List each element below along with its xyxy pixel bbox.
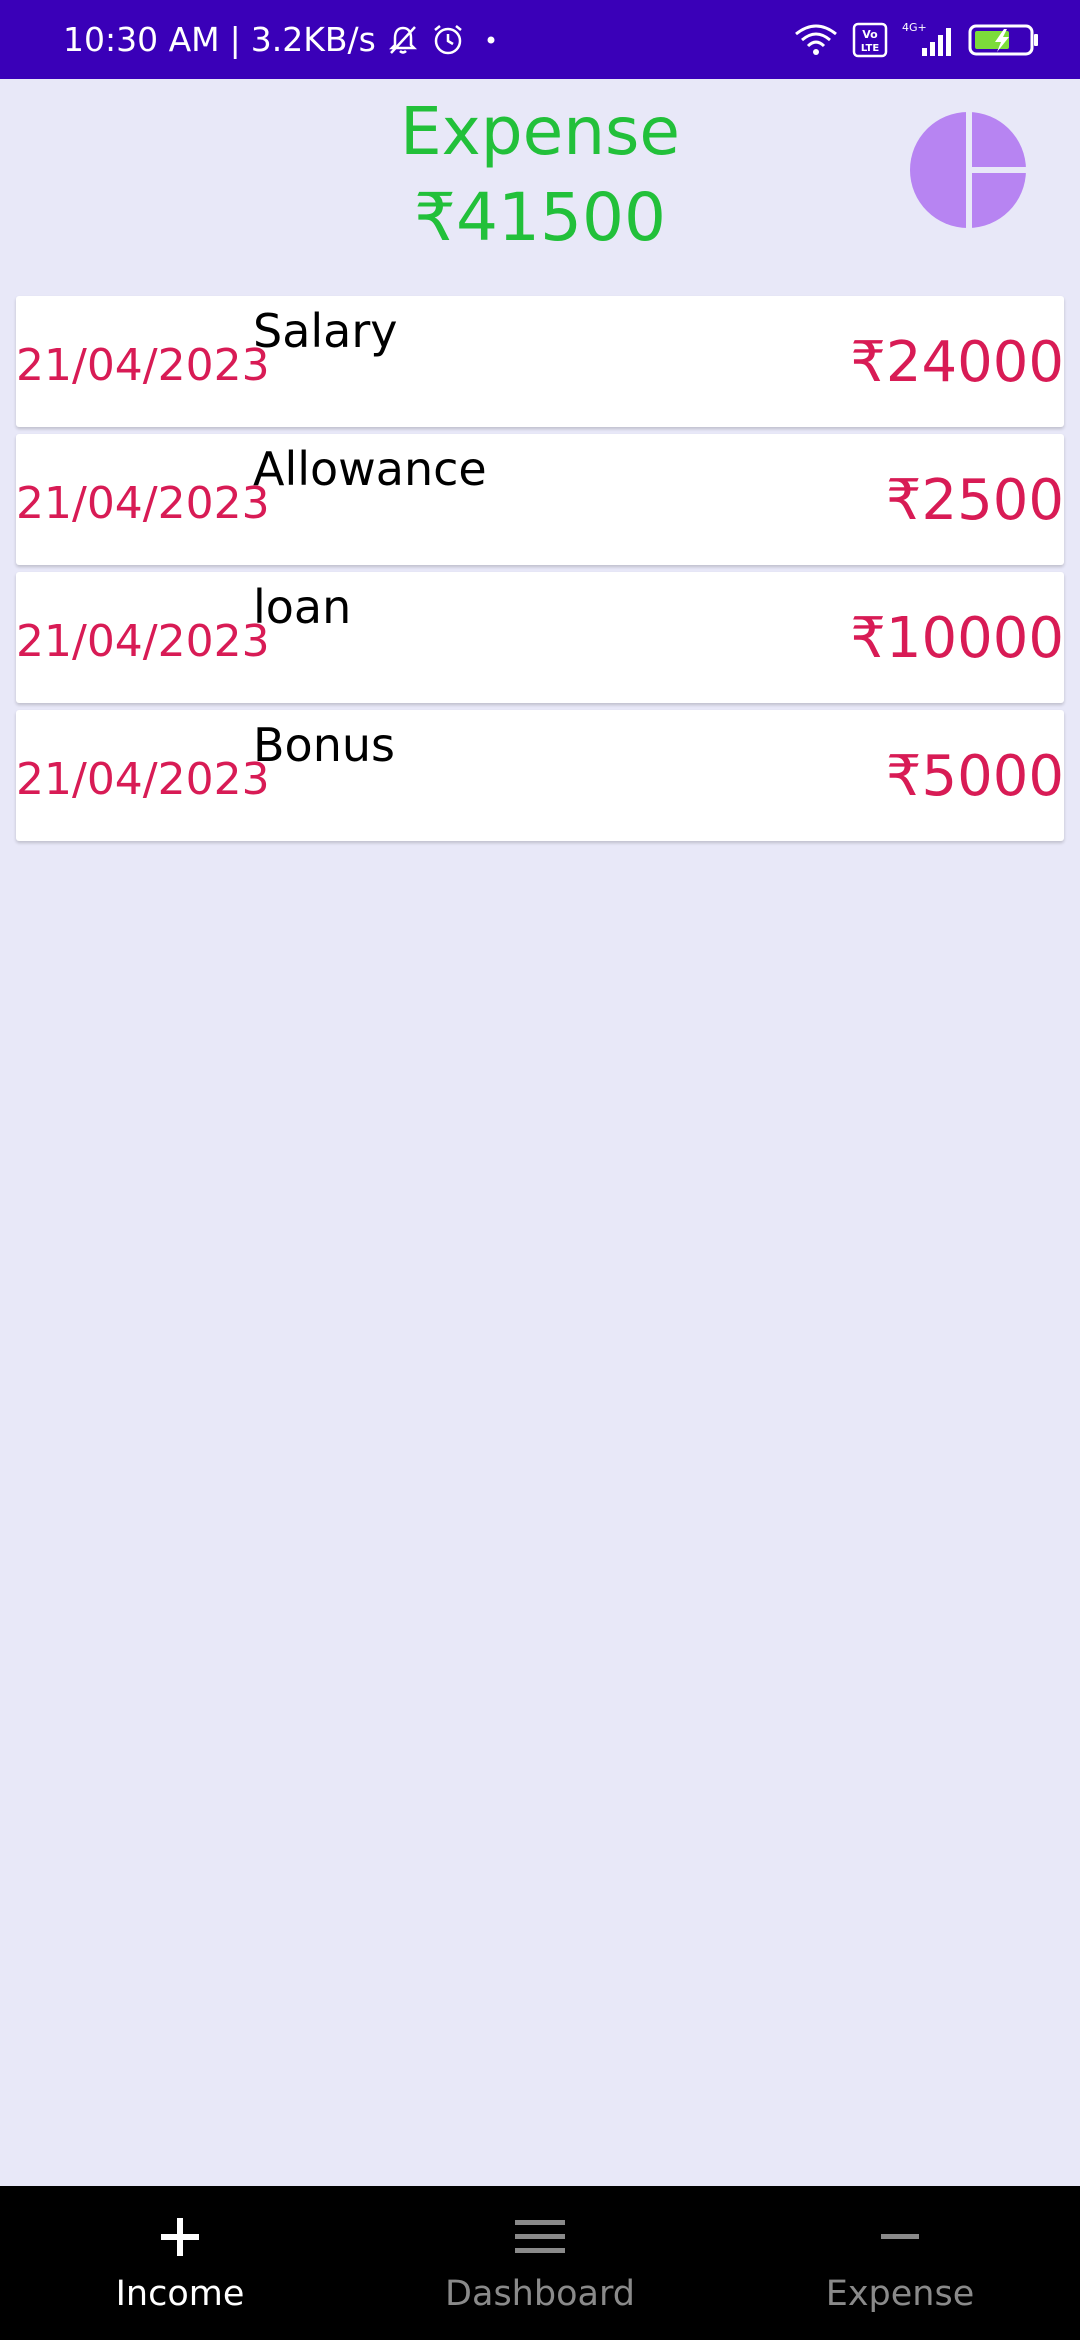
transaction-date: 21/04/2023 bbox=[16, 340, 270, 391]
nav-item-dashboard[interactable]: Dashboard bbox=[360, 2186, 720, 2340]
transaction-amount: ₹5000 bbox=[885, 744, 1064, 809]
menu-icon bbox=[515, 2220, 565, 2253]
nav-item-income[interactable]: Income bbox=[0, 2186, 360, 2340]
transaction-name: Bonus bbox=[253, 718, 395, 772]
transaction-amount: ₹10000 bbox=[850, 606, 1064, 671]
bottom-nav: Income Dashboard Expense bbox=[0, 2186, 1080, 2340]
notification-dot-icon bbox=[476, 25, 506, 55]
transaction-name: loan bbox=[253, 580, 352, 634]
pie-chart-icon bbox=[910, 112, 1028, 228]
signal-icon: 4G+ bbox=[900, 20, 956, 60]
nav-label-income: Income bbox=[115, 2274, 245, 2314]
transaction-amount: ₹24000 bbox=[850, 330, 1064, 395]
nav-item-expense[interactable]: Expense bbox=[720, 2186, 1080, 2340]
list-item[interactable]: 21/04/2023 Salary ₹24000 bbox=[16, 296, 1064, 427]
network-type-label: 4G+ bbox=[902, 21, 927, 34]
volte-icon: Vo LTE bbox=[852, 22, 888, 58]
pie-chart-button[interactable] bbox=[907, 109, 1029, 231]
transaction-name: Salary bbox=[253, 304, 398, 358]
nav-label-expense: Expense bbox=[825, 2274, 975, 2314]
wifi-icon bbox=[792, 22, 840, 58]
status-left: 10:30 AM | 3.2KB/s bbox=[63, 0, 506, 79]
status-time: 10:30 AM bbox=[63, 20, 220, 59]
header: Expense ₹41500 bbox=[0, 79, 1080, 289]
nav-label-dashboard: Dashboard bbox=[445, 2274, 635, 2314]
transaction-date: 21/04/2023 bbox=[16, 616, 270, 667]
transaction-amount: ₹2500 bbox=[885, 468, 1064, 533]
status-separator: | bbox=[229, 20, 241, 59]
bell-muted-icon bbox=[386, 23, 420, 57]
alarm-icon bbox=[430, 22, 466, 58]
transaction-name: Allowance bbox=[253, 442, 487, 496]
transaction-date: 21/04/2023 bbox=[16, 754, 270, 805]
svg-text:Vo: Vo bbox=[862, 28, 878, 41]
status-network-speed: 3.2KB/s bbox=[250, 20, 376, 59]
transaction-date: 21/04/2023 bbox=[16, 478, 270, 529]
transaction-list: 21/04/2023 Salary ₹24000 21/04/2023 Allo… bbox=[16, 296, 1064, 848]
svg-text:LTE: LTE bbox=[861, 43, 880, 54]
battery-icon bbox=[968, 22, 1040, 58]
minus-icon bbox=[881, 2234, 919, 2239]
status-bar: 10:30 AM | 3.2KB/s Vo LTE 4G+ bbox=[0, 0, 1080, 79]
plus-icon bbox=[161, 2218, 199, 2256]
status-right: Vo LTE 4G+ bbox=[792, 0, 1040, 79]
list-item[interactable]: 21/04/2023 Allowance ₹2500 bbox=[16, 434, 1064, 565]
list-item[interactable]: 21/04/2023 Bonus ₹5000 bbox=[16, 710, 1064, 841]
list-item[interactable]: 21/04/2023 loan ₹10000 bbox=[16, 572, 1064, 703]
